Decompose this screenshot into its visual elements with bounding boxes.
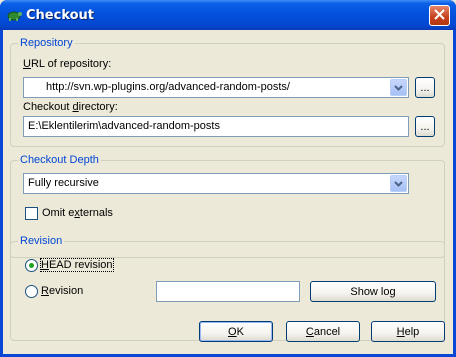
repository-legend: Repository (18, 37, 75, 49)
revision-number-field[interactable] (156, 281, 300, 302)
title-bar[interactable]: Checkout (0, 0, 456, 30)
close-icon (434, 8, 445, 23)
omit-externals-checkbox[interactable] (25, 207, 38, 220)
depth-combobox[interactable]: Fully recursive (23, 173, 409, 194)
directory-browse-button[interactable]: ... (415, 116, 435, 137)
url-label: URL of repository: (23, 58, 112, 70)
repository-group: Repository URL of repository: http://svn… (10, 37, 445, 147)
ok-button[interactable]: OK (199, 321, 273, 342)
dialog-client-area: Repository URL of repository: http://svn… (3, 30, 453, 354)
revision-legend: Revision (18, 235, 65, 247)
depth-value: Fully recursive (28, 177, 99, 189)
directory-label: Checkout directory: (23, 101, 118, 113)
head-revision-radio[interactable] (25, 259, 38, 272)
chevron-down-icon[interactable] (390, 175, 407, 192)
cancel-label: Cancel (305, 325, 341, 338)
tortoise-svn-icon (6, 7, 22, 23)
revision-radio[interactable] (25, 285, 38, 298)
url-combobox[interactable]: http://svn.wp-plugins.org/advanced-rando… (23, 77, 409, 98)
cancel-button[interactable]: Cancel (286, 321, 360, 342)
directory-field[interactable]: E:\Eklentilerim\advanced-random-posts (23, 116, 409, 137)
show-log-button[interactable]: Show log (310, 281, 436, 302)
directory-value: E:\Eklentilerim\advanced-random-posts (28, 120, 220, 132)
depth-legend: Checkout Depth (18, 154, 101, 166)
ok-label: OK (228, 325, 244, 338)
window-title: Checkout (26, 8, 95, 23)
radio-selected-dot (29, 263, 34, 268)
checkout-dialog: Checkout Repository URL of repository: h… (0, 0, 456, 357)
close-button[interactable] (429, 5, 450, 26)
help-label: Help (396, 325, 420, 338)
url-label-rest: RL of repository: (30, 58, 112, 70)
url-browse-button[interactable]: ... (415, 77, 435, 98)
help-button[interactable]: Help (371, 321, 445, 342)
omit-externals-label[interactable]: Omit externals (42, 207, 113, 219)
revision-label[interactable]: Revision (41, 285, 83, 297)
chevron-down-icon[interactable] (390, 79, 407, 96)
url-value: http://svn.wp-plugins.org/advanced-rando… (46, 81, 290, 93)
head-revision-label[interactable]: HEAD revision (40, 258, 114, 272)
